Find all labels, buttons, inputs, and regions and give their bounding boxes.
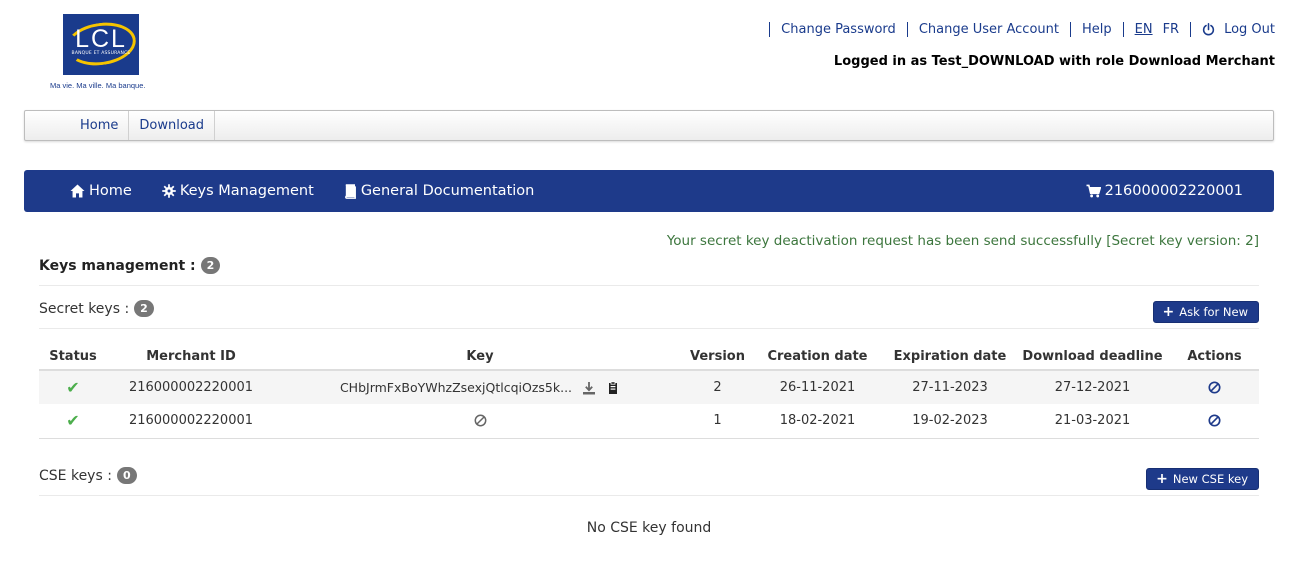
breadcrumb-home[interactable]: Home	[68, 111, 128, 140]
actions-cell	[1170, 370, 1259, 404]
top-links: Change Password Change User Account Help…	[758, 20, 1275, 38]
secret-keys-count-badge: 2	[134, 300, 154, 317]
divider	[39, 495, 1259, 496]
help-link[interactable]: Help	[1082, 22, 1112, 37]
expiration-date-cell: 19-02-2023	[885, 404, 1015, 439]
secret-keys-title: Secret keys : 2	[39, 300, 154, 317]
logo-letters: LCL	[75, 25, 127, 53]
status-cell: ✔	[39, 404, 107, 439]
key-cell	[275, 404, 685, 439]
merchant-id-cell: 216000002220001	[107, 404, 275, 439]
version-cell: 1	[685, 404, 750, 439]
logout-link[interactable]: Log Out	[1202, 22, 1275, 37]
check-icon: ✔	[66, 411, 80, 431]
col-key: Key	[275, 344, 685, 371]
download-deadline-cell: 27-12-2021	[1015, 370, 1170, 404]
main-nav: Home Keys Management General Documentati…	[24, 170, 1274, 212]
success-alert: Your secret key deactivation request has…	[666, 233, 1259, 249]
expiration-date-cell: 27-11-2023	[885, 370, 1015, 404]
col-merchant-id: Merchant ID	[107, 344, 275, 371]
ask-for-new-button[interactable]: + Ask for New	[1152, 301, 1259, 323]
cart-icon	[1086, 184, 1101, 198]
separator	[769, 21, 771, 37]
nav-merchant-id[interactable]: 216000002220001	[1086, 183, 1243, 199]
page-title-label: Keys management :	[39, 257, 196, 274]
check-icon: ✔	[66, 378, 80, 397]
cse-keys-title: CSE keys : 0	[39, 467, 137, 484]
download-deadline-cell: 21-03-2021	[1015, 404, 1170, 439]
clipboard-icon[interactable]	[606, 380, 620, 395]
key-cell: CHbJrmFxBoYWhzZsexjQtlcqiOzs5k...	[275, 370, 685, 404]
nav-home-label: Home	[89, 183, 132, 199]
logo-tagline: Ma vie. Ma ville. Ma banque.	[50, 81, 146, 90]
cse-empty-message: No CSE key found	[586, 520, 712, 536]
book-icon	[344, 183, 357, 199]
ask-for-new-label: Ask for New	[1179, 305, 1248, 319]
table-header-row: Status Merchant ID Key Version Creation …	[39, 344, 1259, 371]
separator	[906, 21, 908, 37]
breadcrumb-spacer	[25, 111, 68, 140]
plus-icon: +	[1162, 304, 1175, 320]
col-creation-date: Creation date	[750, 344, 885, 371]
keys-count-badge: 2	[200, 257, 221, 274]
merchant-id-cell: 216000002220001	[107, 370, 275, 404]
secret-keys-table: Status Merchant ID Key Version Creation …	[39, 344, 1259, 439]
download-icon[interactable]	[582, 381, 596, 395]
ban-icon	[474, 414, 487, 427]
home-icon	[70, 184, 85, 198]
language-fr-link[interactable]: FR	[1163, 22, 1180, 37]
col-status: Status	[39, 344, 107, 371]
table-row: ✔ 216000002220001 CHbJrmFxBoYWhzZsexjQtl…	[39, 370, 1259, 404]
breadcrumb: Home Download	[24, 110, 1274, 141]
logo-box: LCL BANQUE ET ASSURANCE	[63, 14, 139, 75]
merchant-id-label: 216000002220001	[1104, 183, 1243, 199]
creation-date-cell: 18-02-2021	[750, 404, 885, 439]
power-icon	[1202, 23, 1215, 36]
creation-date-cell: 26-11-2021	[750, 370, 885, 404]
logout-label: Log Out	[1224, 21, 1275, 37]
nav-home[interactable]: Home	[70, 183, 132, 199]
actions-cell	[1170, 404, 1259, 439]
nav-general-documentation[interactable]: General Documentation	[344, 183, 535, 199]
version-cell: 2	[685, 370, 750, 404]
new-cse-key-label: New CSE key	[1172, 472, 1248, 486]
separator	[1122, 21, 1124, 37]
plus-icon: +	[1156, 471, 1168, 487]
nav-keys-management[interactable]: Keys Management	[162, 183, 314, 199]
deactivate-ban-icon[interactable]	[1208, 381, 1221, 394]
language-en-link[interactable]: EN	[1135, 22, 1153, 37]
table-row: ✔ 216000002220001 1 18-02-2021 19-02-202…	[39, 404, 1259, 439]
deactivate-ban-icon[interactable]	[1208, 414, 1221, 427]
secret-keys-label: Secret keys :	[39, 300, 130, 317]
separator	[1190, 21, 1192, 37]
separator	[1069, 21, 1071, 37]
logo-subtitle: BANQUE ET ASSURANCE	[71, 51, 131, 56]
col-download-deadline: Download deadline	[1015, 344, 1170, 371]
key-value: CHbJrmFxBoYWhzZsexjQtlcqiOzs5k...	[339, 380, 573, 395]
change-password-link[interactable]: Change Password	[781, 22, 896, 37]
status-cell: ✔	[39, 370, 107, 404]
lcl-logo: LCL BANQUE ET ASSURANCE Ma vie. Ma ville…	[50, 13, 160, 93]
col-actions: Actions	[1170, 344, 1259, 371]
divider	[39, 285, 1259, 286]
breadcrumb-download[interactable]: Download	[128, 111, 216, 140]
change-user-account-link[interactable]: Change User Account	[919, 22, 1059, 37]
col-expiration-date: Expiration date	[885, 344, 1015, 371]
nav-keys-label: Keys Management	[179, 183, 314, 199]
cse-keys-label: CSE keys :	[39, 467, 112, 484]
page-title: Keys management : 2	[39, 257, 221, 274]
divider	[39, 328, 1259, 329]
logged-in-status: Logged in as Test_DOWNLOAD with role Dow…	[833, 54, 1275, 69]
cse-keys-count-badge: 0	[116, 467, 137, 484]
col-version: Version	[685, 344, 750, 371]
new-cse-key-button[interactable]: + New CSE key	[1146, 468, 1259, 490]
gear-icon	[162, 184, 176, 198]
nav-docs-label: General Documentation	[360, 183, 535, 199]
